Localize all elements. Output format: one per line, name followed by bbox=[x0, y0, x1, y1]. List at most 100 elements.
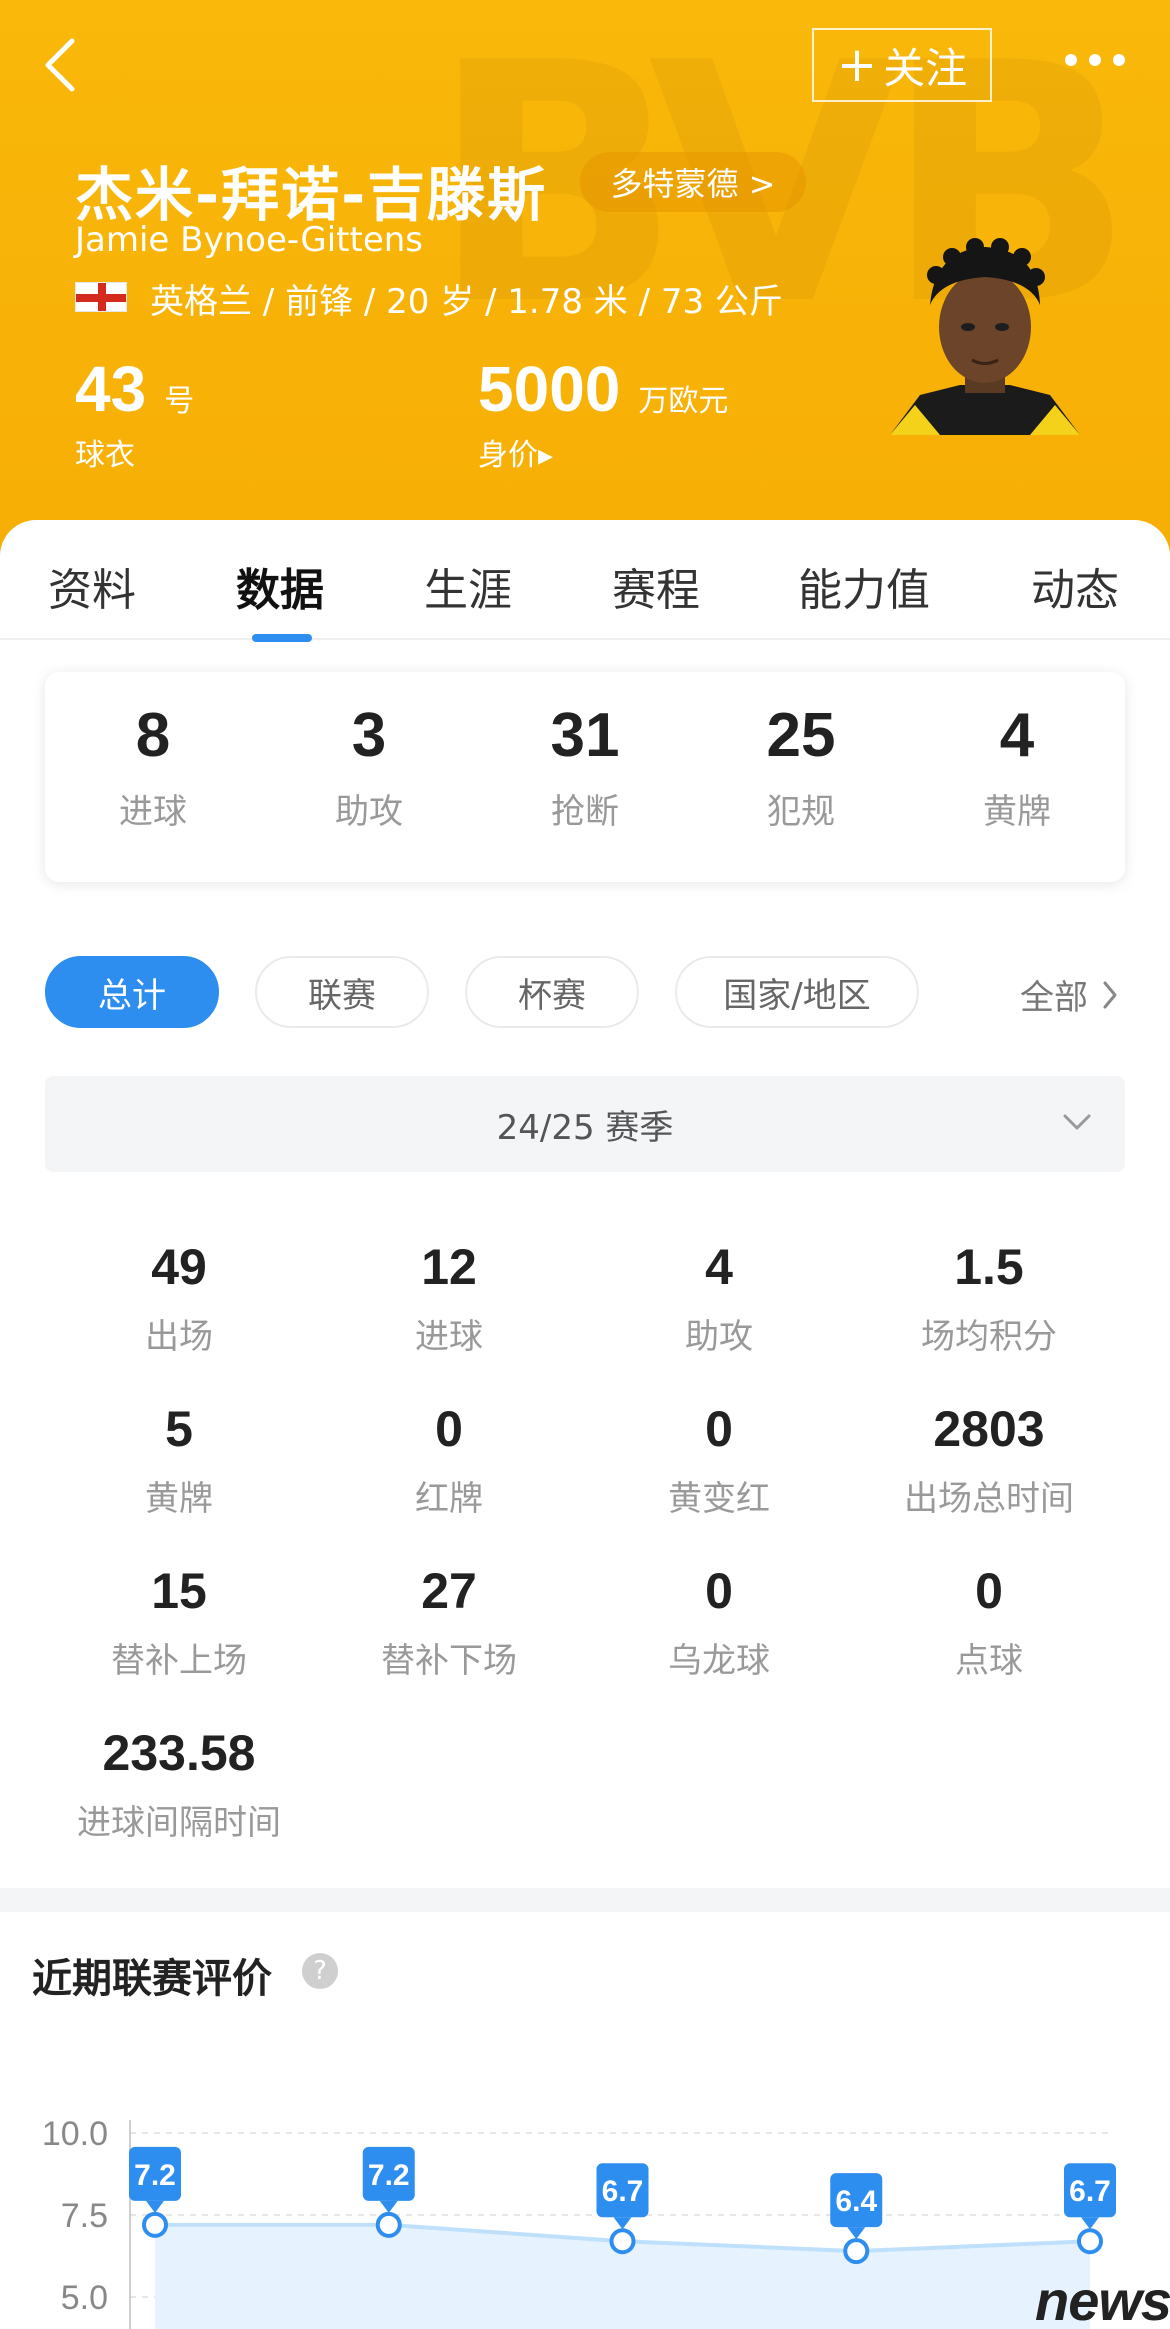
stat-label: 场均积分 bbox=[921, 1317, 1057, 1357]
stat-item: 49 出场 bbox=[44, 1240, 314, 1358]
stat-value: 4 bbox=[705, 1239, 733, 1295]
market-value-label[interactable]: 身价▸ bbox=[478, 430, 553, 474]
chevron-down-icon bbox=[1063, 1114, 1091, 1130]
stat-label: 进球 bbox=[415, 1317, 483, 1357]
player-meta: 英格兰 / 前锋 / 20 岁 / 1.78 米 / 73 公斤 bbox=[150, 282, 783, 322]
rating-label: 7.2 bbox=[134, 2159, 176, 2192]
season-label: 24/25 赛季 bbox=[496, 1107, 674, 1148]
rating-point bbox=[1077, 2228, 1103, 2255]
shirt-number: 43 bbox=[75, 353, 147, 425]
market-value-row: 5000 万欧元 bbox=[478, 352, 728, 426]
follow-label: 关注 bbox=[883, 43, 968, 93]
stat-item: 2803 出场总时间 bbox=[854, 1402, 1124, 1520]
player-name-en: Jamie Bynoe-Gittens bbox=[75, 220, 424, 260]
summary-item: 25 犯规 bbox=[693, 701, 909, 833]
stat-item: 233.58 进球间隔时间 bbox=[44, 1726, 314, 1844]
y-tick-label: 10.0 bbox=[42, 2115, 108, 2153]
stat-value: 49 bbox=[151, 1239, 207, 1295]
rating-label: 6.4 bbox=[835, 2185, 877, 2218]
stat-item: 0 点球 bbox=[854, 1564, 1124, 1682]
season-select[interactable]: 24/25 赛季 bbox=[45, 1076, 1125, 1172]
chevron-right-icon bbox=[1103, 981, 1117, 1008]
stat-value: 233.58 bbox=[102, 1725, 256, 1781]
stat-value: 0 bbox=[435, 1401, 463, 1457]
tab-career[interactable]: 生涯 bbox=[424, 554, 512, 618]
y-tick-label: 7.5 bbox=[61, 2197, 108, 2235]
england-flag-icon bbox=[75, 282, 127, 312]
stat-label: 红牌 bbox=[415, 1479, 483, 1519]
stat-label: 助攻 bbox=[685, 1317, 753, 1357]
tab-bar: 资料 数据 生涯 赛程 能力值 动态 bbox=[0, 520, 1170, 642]
summary-value: 4 bbox=[999, 701, 1035, 770]
back-button[interactable] bbox=[30, 30, 90, 100]
filter-national[interactable]: 国家/地区 bbox=[675, 956, 919, 1028]
stat-value: 27 bbox=[421, 1563, 477, 1619]
player-avatar bbox=[880, 235, 1090, 435]
stat-value: 12 bbox=[421, 1239, 477, 1295]
rating-point bbox=[609, 2228, 636, 2255]
stat-label: 黄变红 bbox=[668, 1479, 770, 1519]
summary-item: 8 进球 bbox=[45, 701, 261, 833]
rating-label-pointer bbox=[613, 2217, 632, 2230]
stat-label: 黄牌 bbox=[145, 1479, 213, 1519]
stat-item: 0 黄变红 bbox=[584, 1402, 854, 1520]
more-dots-icon bbox=[1065, 54, 1077, 66]
filter-league[interactable]: 联赛 bbox=[255, 956, 429, 1028]
rating-section-title: 近期联赛评价 bbox=[32, 1956, 272, 2002]
summary-item: 31 抢断 bbox=[477, 701, 693, 833]
rating-point bbox=[142, 2211, 168, 2238]
stat-item: 4 助攻 bbox=[584, 1240, 854, 1358]
stat-label: 替补下场 bbox=[381, 1641, 517, 1681]
summary-item: 3 助攻 bbox=[261, 701, 477, 833]
filter-all-label: 全部 bbox=[1020, 978, 1088, 1018]
stat-value: 5 bbox=[165, 1401, 193, 1457]
stat-label: 乌龙球 bbox=[668, 1641, 770, 1681]
tab-data[interactable]: 数据 bbox=[236, 554, 324, 618]
summary-label: 助攻 bbox=[335, 792, 403, 833]
plus-icon: + bbox=[836, 37, 878, 93]
summary-label: 进球 bbox=[119, 792, 187, 833]
stat-value: 1.5 bbox=[954, 1239, 1024, 1295]
tab-news[interactable]: 动态 bbox=[1031, 554, 1119, 618]
help-icon[interactable]: ? bbox=[302, 1953, 338, 1989]
stat-value: 15 bbox=[151, 1563, 207, 1619]
stat-item: 0 红牌 bbox=[314, 1402, 584, 1520]
shirt-number-row: 43 号 bbox=[75, 352, 194, 426]
market-value: 5000 bbox=[478, 353, 621, 425]
summary-value: 8 bbox=[135, 701, 171, 770]
stat-label: 点球 bbox=[955, 1641, 1023, 1681]
club-link[interactable]: 多特蒙德 > bbox=[580, 152, 806, 212]
more-button[interactable] bbox=[1055, 40, 1135, 80]
stat-label: 替补上场 bbox=[111, 1641, 247, 1681]
stat-item: 0 乌龙球 bbox=[584, 1564, 854, 1682]
rating-label-pointer bbox=[146, 2200, 164, 2213]
shirt-unit: 号 bbox=[164, 384, 195, 419]
active-tab-indicator bbox=[252, 634, 312, 642]
filter-cup[interactable]: 杯赛 bbox=[465, 956, 639, 1028]
tab-ability[interactable]: 能力值 bbox=[798, 554, 930, 618]
tab-profile[interactable]: 资料 bbox=[48, 554, 136, 618]
stat-value: 2803 bbox=[933, 1401, 1045, 1457]
rating-label-pointer bbox=[379, 2200, 398, 2213]
summary-label: 抢断 bbox=[551, 792, 619, 833]
more-dots-icon bbox=[1089, 54, 1101, 66]
section-divider bbox=[0, 1888, 1170, 1912]
stat-value: 0 bbox=[975, 1563, 1003, 1619]
summary-value: 3 bbox=[351, 701, 387, 770]
market-value-unit: 万欧元 bbox=[638, 384, 729, 419]
stat-item: 27 替补下场 bbox=[314, 1564, 584, 1682]
filter-total[interactable]: 总计 bbox=[45, 956, 219, 1028]
filter-all-link[interactable]: 全部 bbox=[1020, 970, 1118, 1019]
summary-value: 25 bbox=[766, 701, 836, 770]
rating-label: 6.7 bbox=[602, 2175, 644, 2208]
tab-schedule[interactable]: 赛程 bbox=[612, 554, 700, 618]
stat-label: 进球间隔时间 bbox=[77, 1803, 281, 1843]
rating-label: 6.7 bbox=[1069, 2175, 1111, 2208]
stat-item: 5 黄牌 bbox=[44, 1402, 314, 1520]
summary-label: 黄牌 bbox=[983, 792, 1051, 833]
stat-value: 0 bbox=[705, 1401, 733, 1457]
stat-item: 15 替补上场 bbox=[44, 1564, 314, 1682]
rating-point bbox=[843, 2238, 870, 2265]
follow-button[interactable]: + 关注 bbox=[812, 28, 992, 102]
stat-label: 出场 bbox=[145, 1317, 213, 1357]
